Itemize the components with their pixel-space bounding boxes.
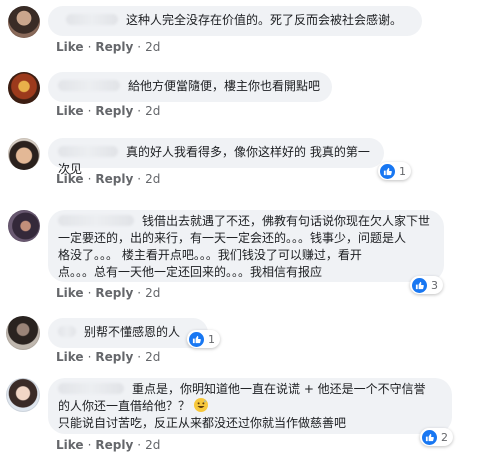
reply-button[interactable]: Reply: [95, 286, 133, 300]
comment-actions: Like · Reply · 2d: [56, 286, 160, 300]
comment-actions: Like · Reply · 2d: [56, 350, 160, 364]
reaction-number: 3: [431, 278, 438, 292]
reply-button[interactable]: Reply: [95, 350, 133, 364]
timestamp[interactable]: 2d: [145, 350, 160, 364]
separator: ·: [137, 104, 142, 118]
reaction-count[interactable]: 1: [187, 330, 220, 348]
comment-bubble: 給他方便當隨便，樓主你也看開點吧: [48, 72, 332, 102]
reaction-count[interactable]: 2: [420, 428, 453, 446]
avatar[interactable]: [8, 210, 40, 242]
timestamp[interactable]: 2d: [145, 286, 160, 300]
comment-bubble: 钱借出去就遇了不还，佛教有句话说你现在欠人家下世 一定要还的，出的来行，有一天一…: [48, 210, 444, 282]
like-button[interactable]: Like: [56, 172, 84, 186]
timestamp[interactable]: 2d: [145, 104, 160, 118]
comment-line: 只能说自讨苦吃，反正从来都没还过你就当作做慈善吧: [58, 416, 347, 430]
comment-line: 点。。。总有一天他一定还回来的。。。我相信有报应: [58, 265, 323, 279]
separator: ·: [137, 40, 142, 54]
comment-bubble: 别帮不懂感恩的人: [48, 318, 208, 348]
comment-text: 这种人完全没存在价值的。死了反而会被社会感谢。: [126, 13, 403, 27]
separator: ·: [87, 40, 92, 54]
reply-button[interactable]: Reply: [95, 172, 133, 186]
comment-line: 钱借出去就遇了不还，佛教有句话说你现在欠人家下世: [142, 214, 431, 228]
separator: ·: [87, 350, 92, 364]
commenter-name[interactable]: [58, 215, 134, 226]
grinning-sweat-emoji-icon: [193, 398, 208, 412]
like-button[interactable]: Like: [56, 286, 84, 300]
commenter-name[interactable]: [58, 146, 118, 157]
comment-text: 别帮不懂感恩的人: [84, 325, 181, 339]
comment-line: 的人你还一直借给他？？: [58, 399, 191, 413]
separator: ·: [87, 172, 92, 186]
separator: ·: [137, 286, 142, 300]
commenter-name[interactable]: [58, 326, 76, 337]
comment-bubble: 这种人完全没存在价值的。死了反而会被社会感谢。: [48, 6, 422, 36]
separator: ·: [87, 286, 92, 300]
comment-line: 一定要还的，出的来行，有一天一定会还的。。。钱事少，问题是人: [58, 231, 407, 245]
avatar[interactable]: [8, 138, 40, 170]
comment-actions: Like · Reply · 2d: [56, 438, 160, 452]
reaction-count[interactable]: 3: [410, 276, 443, 294]
thumbs-up-icon: [189, 331, 204, 347]
reply-button[interactable]: Reply: [95, 104, 133, 118]
avatar[interactable]: [6, 316, 40, 350]
commenter-name[interactable]: [58, 383, 124, 394]
avatar[interactable]: [6, 378, 40, 412]
like-button[interactable]: Like: [56, 104, 84, 118]
comment-actions: Like · Reply · 2d: [56, 40, 160, 54]
separator: ·: [87, 104, 92, 118]
timestamp[interactable]: 2d: [145, 172, 160, 186]
reply-button[interactable]: Reply: [95, 40, 133, 54]
separator: ·: [137, 350, 142, 364]
separator: ·: [137, 172, 142, 186]
timestamp[interactable]: 2d: [145, 438, 160, 452]
avatar[interactable]: [8, 6, 40, 38]
comment-line: 重点是，你明知道他一直在说谎 + 他还是一个不守信誉: [132, 382, 426, 396]
comment-bubble: 真的好人我看得多，像你这样好的 我真的第一次见: [48, 138, 384, 176]
thumbs-up-icon: [380, 163, 395, 179]
comment-actions: Like · Reply · 2d: [56, 104, 160, 118]
reply-button[interactable]: Reply: [95, 438, 133, 452]
reaction-number: 2: [441, 430, 448, 444]
reaction-number: 1: [399, 164, 406, 178]
comment-bubble: 重点是，你明知道他一直在说谎 + 他还是一个不守信誉 的人你还一直借给他？？ 只…: [48, 378, 452, 434]
separator: ·: [137, 438, 142, 452]
commenter-name[interactable]: [58, 80, 120, 91]
avatar[interactable]: [8, 72, 40, 104]
separator: ·: [87, 438, 92, 452]
reaction-count[interactable]: 1: [378, 162, 411, 180]
like-button[interactable]: Like: [56, 40, 84, 54]
like-button[interactable]: Like: [56, 350, 84, 364]
reaction-number: 1: [208, 332, 215, 346]
comment-text: 給他方便當隨便，樓主你也看開點吧: [128, 79, 321, 93]
thumbs-up-icon: [412, 277, 427, 293]
comment-actions: Like · Reply · 2d: [56, 172, 160, 186]
thumbs-up-icon: [422, 429, 437, 445]
like-button[interactable]: Like: [56, 438, 84, 452]
commenter-name[interactable]: [66, 14, 118, 25]
timestamp[interactable]: 2d: [145, 40, 160, 54]
comment-line: 格没了。。。 楼主看开点吧。。。我们钱没了可以赚过，看开: [58, 248, 362, 262]
